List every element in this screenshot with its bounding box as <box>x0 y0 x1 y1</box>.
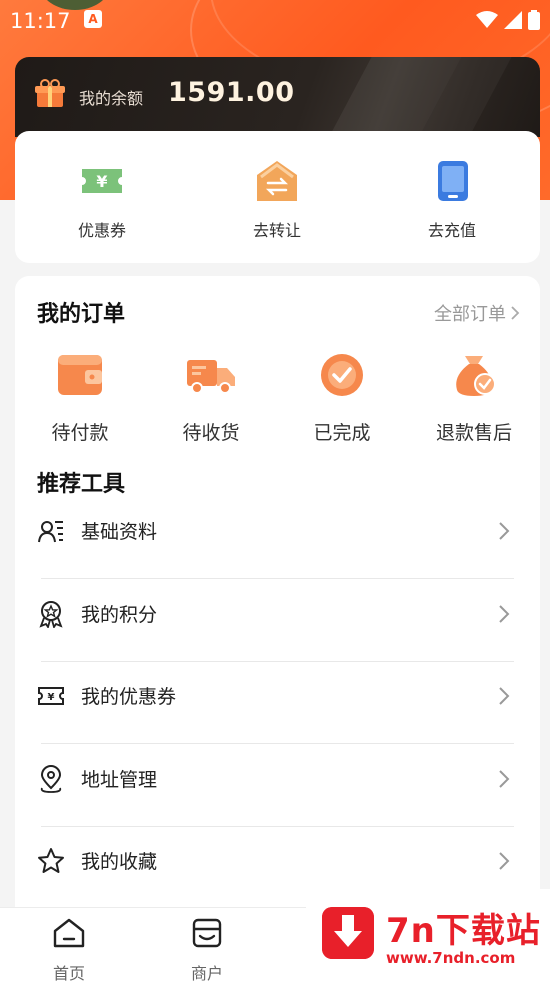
home-icon <box>53 918 85 948</box>
transfer-button[interactable]: 去转让 <box>217 159 337 241</box>
transfer-icon <box>257 161 297 201</box>
check-circle-icon <box>321 354 363 396</box>
star-icon <box>38 848 64 873</box>
tool-row-coupons[interactable]: ¥ 我的优惠券 <box>15 662 540 744</box>
wifi-icon <box>476 11 498 28</box>
order-completed[interactable]: 已完成 <box>287 350 397 445</box>
order-pending-delivery[interactable]: 待收货 <box>156 350 266 445</box>
wallet-icon <box>58 355 102 395</box>
profile-card-icon <box>38 521 63 543</box>
transfer-label: 去转让 <box>252 221 301 240</box>
store-icon <box>192 918 222 948</box>
recharge-label: 去充值 <box>427 221 476 240</box>
coupon-button[interactable]: ¥ 优惠券 <box>42 159 162 241</box>
badge-icon <box>39 601 63 628</box>
recharge-button[interactable]: 去充值 <box>392 159 512 241</box>
tools-title: 推荐工具 <box>37 472 126 497</box>
money-bag-icon <box>456 356 496 396</box>
svg-text:¥: ¥ <box>48 692 55 703</box>
divider <box>41 578 514 579</box>
tool-row-address[interactable]: 地址管理 <box>15 745 540 827</box>
tool-label-favorites: 我的收藏 <box>81 851 158 873</box>
coupon-label: 优惠券 <box>77 221 126 240</box>
chevron-right-icon <box>499 770 510 788</box>
order-pending-delivery-label: 待收货 <box>182 422 240 444</box>
gift-icon <box>35 79 65 107</box>
chevron-right-icon <box>499 522 510 540</box>
order-refund[interactable]: 退款售后 <box>419 350 529 445</box>
divider <box>41 743 514 744</box>
order-pending-payment[interactable]: 待付款 <box>25 350 135 445</box>
order-refund-label: 退款售后 <box>435 422 512 444</box>
order-pending-payment-label: 待付款 <box>51 422 109 444</box>
notification-icon: A <box>84 10 102 28</box>
tool-row-profile[interactable]: 基础资料 <box>15 497 540 579</box>
coupon-icon: ¥ <box>82 169 122 193</box>
nav-home[interactable]: 首页 <box>34 916 104 982</box>
status-icons <box>476 10 540 30</box>
orders-title: 我的订单 <box>37 302 126 327</box>
main-card: 我的订单 全部订单 待付款 待收货 已完成 退款售后 推荐工具 基础资料 我的积… <box>15 276 540 916</box>
balance-value: 1591.00 <box>168 77 295 108</box>
status-time: 11:17 <box>10 9 71 33</box>
chevron-right-icon <box>499 852 510 870</box>
truck-icon <box>187 360 235 394</box>
battery-icon <box>528 10 540 30</box>
chevron-right-icon <box>499 687 510 705</box>
all-orders-link[interactable]: 全部订单 <box>434 300 520 326</box>
download-arrow-icon <box>322 907 374 959</box>
tool-label-coupons: 我的优惠券 <box>81 686 177 708</box>
watermark-title: 7n下载站 <box>386 911 541 951</box>
quick-actions-card: ¥ 优惠券 去转让 去充值 <box>15 131 540 263</box>
chevron-right-icon <box>499 605 510 623</box>
svg-text:¥: ¥ <box>96 172 107 191</box>
coupon-outline-icon: ¥ <box>38 687 64 705</box>
status-bar: 11:17 A <box>0 0 550 40</box>
phone-recharge-icon <box>438 161 468 201</box>
tool-label-profile: 基础资料 <box>81 521 158 543</box>
all-orders-label: 全部订单 <box>434 304 506 325</box>
nav-store[interactable]: 商户 <box>172 916 242 982</box>
tool-label-points: 我的积分 <box>81 604 158 626</box>
signal-icon <box>504 11 522 29</box>
order-completed-label: 已完成 <box>313 422 371 444</box>
watermark: 7n下载站 www.7ndn.com <box>306 889 550 982</box>
location-pin-icon <box>40 765 62 793</box>
balance-card[interactable]: 我的余额 1591.00 <box>15 57 540 137</box>
watermark-url: www.7ndn.com <box>386 949 516 967</box>
balance-label: 我的余额 <box>79 89 144 108</box>
nav-home-label: 首页 <box>52 964 85 982</box>
tool-row-points[interactable]: 我的积分 <box>15 580 540 662</box>
nav-store-label: 商户 <box>190 964 223 982</box>
tool-label-address: 地址管理 <box>81 769 158 791</box>
chevron-right-icon <box>511 306 520 320</box>
